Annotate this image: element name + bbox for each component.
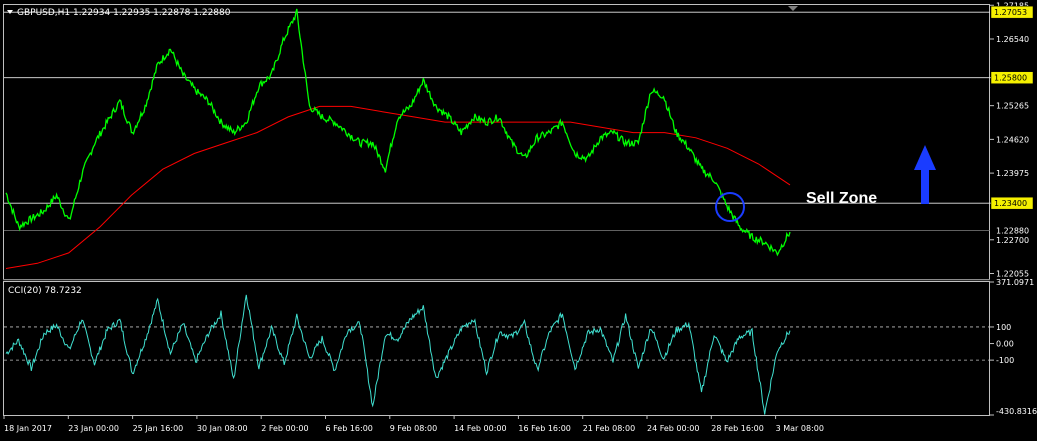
chart-window[interactable]: 1.271851.265401.258001.252651.246201.239… xyxy=(0,0,1037,441)
time-tick-label: 21 Feb 08:00 xyxy=(583,424,635,433)
price-level-label: 1.25800 xyxy=(994,74,1027,83)
time-tick-label: 2 Feb 00:00 xyxy=(261,424,308,433)
cci-tick-label: 371.0971 xyxy=(996,278,1034,287)
price-tick-label: 1.23975 xyxy=(996,169,1029,178)
time-tick-label: 23 Jan 00:00 xyxy=(68,424,119,433)
price-level-label: 1.27053 xyxy=(994,8,1027,17)
price-level-label: 1.23400 xyxy=(994,199,1027,208)
time-tick-label: 16 Feb 16:00 xyxy=(518,424,570,433)
cci-tick-label: -430.8316 xyxy=(996,407,1037,416)
time-tick-label: 6 Feb 16:00 xyxy=(326,424,373,433)
current-price-label: 1.22880 xyxy=(996,226,1029,235)
time-tick-label: 24 Feb 00:00 xyxy=(647,424,699,433)
price-tick-label: 1.22700 xyxy=(996,236,1029,245)
price-axis[interactable]: 1.271851.265401.258001.252651.246201.239… xyxy=(990,1,1034,279)
price-tick-label: 1.26540 xyxy=(996,35,1029,44)
time-tick-label: 14 Feb 00:00 xyxy=(454,424,506,433)
cci-tick-label: -100 xyxy=(996,356,1014,365)
indicator-header: CCI(20) 78.7232 xyxy=(8,286,82,296)
time-tick-label: 18 Jan 2017 xyxy=(4,424,52,433)
time-tick-label: 3 Mar 08:00 xyxy=(776,424,824,433)
sell-zone-label: Sell Zone xyxy=(806,190,877,207)
chart-background xyxy=(0,0,1037,441)
cci-tick-label: 100 xyxy=(996,323,1011,332)
time-tick-label: 28 Feb 16:00 xyxy=(711,424,763,433)
symbol-header: GBPUSD,H1 1.22934 1.22935 1.22878 1.2288… xyxy=(17,8,231,18)
price-tick-label: 1.25265 xyxy=(996,102,1029,111)
price-tick-label: 1.24620 xyxy=(996,135,1029,144)
time-tick-label: 30 Jan 08:00 xyxy=(197,424,248,433)
time-tick-label: 25 Jan 16:00 xyxy=(133,424,184,433)
time-tick-label: 9 Feb 08:00 xyxy=(390,424,437,433)
cci-tick-label: 0.00 xyxy=(996,340,1014,349)
